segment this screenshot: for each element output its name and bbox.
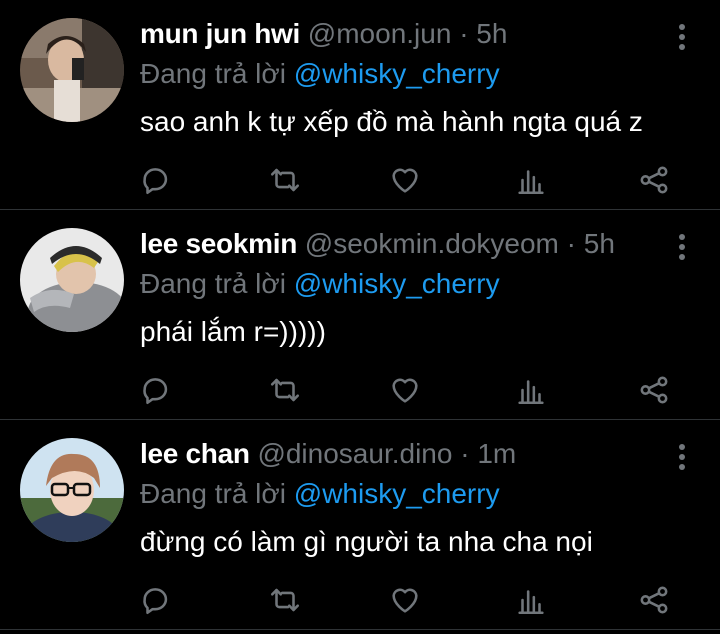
analytics-icon[interactable] (511, 370, 551, 410)
retweet-icon[interactable] (265, 580, 305, 620)
replying-prefix: Đang trả lời (140, 478, 286, 509)
user-handle[interactable]: @seokmin.dokyeom (305, 228, 559, 259)
more-vertical-icon[interactable] (672, 234, 692, 260)
avatar[interactable] (20, 18, 124, 122)
share-icon[interactable] (634, 580, 674, 620)
mention-link[interactable]: @whisky_cherry (294, 58, 500, 89)
tweet-header: mun jun hwi @moon.jun · 5h (140, 14, 507, 54)
avatar[interactable] (20, 228, 124, 332)
more-vertical-icon[interactable] (672, 444, 692, 470)
analytics-icon[interactable] (511, 580, 551, 620)
like-icon[interactable] (385, 370, 425, 410)
replying-to: Đang trả lời @whisky_cherry (140, 474, 500, 514)
timestamp[interactable]: 1m (477, 438, 516, 469)
user-handle[interactable]: @moon.jun (308, 18, 452, 49)
timestamp[interactable]: 5h (584, 228, 615, 259)
retweet-icon[interactable] (265, 160, 305, 200)
display-name[interactable]: mun jun hwi (140, 18, 300, 49)
avatar[interactable] (20, 438, 124, 542)
action-bar (0, 580, 720, 620)
replying-prefix: Đang trả lời (140, 58, 286, 89)
reply-tweet[interactable]: mun jun hwi @moon.jun · 5h Đang trả lời … (0, 0, 720, 210)
action-bar (0, 160, 720, 200)
more-vertical-icon[interactable] (672, 24, 692, 50)
analytics-icon[interactable] (511, 160, 551, 200)
reply-tweet[interactable]: lee seokmin @seokmin.dokyeom · 5h Đang t… (0, 210, 720, 420)
reply-icon[interactable] (136, 370, 176, 410)
like-icon[interactable] (385, 580, 425, 620)
separator: · (459, 18, 469, 49)
tweet-header: lee seokmin @seokmin.dokyeom · 5h (140, 224, 615, 264)
mention-link[interactable]: @whisky_cherry (294, 268, 500, 299)
reply-tweet[interactable]: lee chan @dinosaur.dino · 1m Đang trả lờ… (0, 420, 720, 630)
tweet-text: phái lắm r=))))) (140, 316, 326, 347)
replying-prefix: Đang trả lời (140, 268, 286, 299)
action-bar (0, 370, 720, 410)
tweet-header: lee chan @dinosaur.dino · 1m (140, 434, 516, 474)
like-icon[interactable] (385, 160, 425, 200)
replying-to: Đang trả lời @whisky_cherry (140, 54, 500, 94)
replying-to: Đang trả lời @whisky_cherry (140, 264, 500, 304)
share-icon[interactable] (634, 160, 674, 200)
tweet-text: sao anh k tự xếp đồ mà hành ngta quá z (140, 106, 643, 137)
separator: · (460, 438, 470, 469)
user-handle[interactable]: @dinosaur.dino (257, 438, 452, 469)
retweet-icon[interactable] (265, 370, 305, 410)
reply-icon[interactable] (136, 160, 176, 200)
timestamp[interactable]: 5h (476, 18, 507, 49)
display-name[interactable]: lee seokmin (140, 228, 297, 259)
tweet-text: đừng có làm gì người ta nha cha nọi (140, 526, 593, 557)
mention-link[interactable]: @whisky_cherry (294, 478, 500, 509)
reply-icon[interactable] (136, 580, 176, 620)
separator: · (566, 228, 576, 259)
share-icon[interactable] (634, 370, 674, 410)
display-name[interactable]: lee chan (140, 438, 250, 469)
